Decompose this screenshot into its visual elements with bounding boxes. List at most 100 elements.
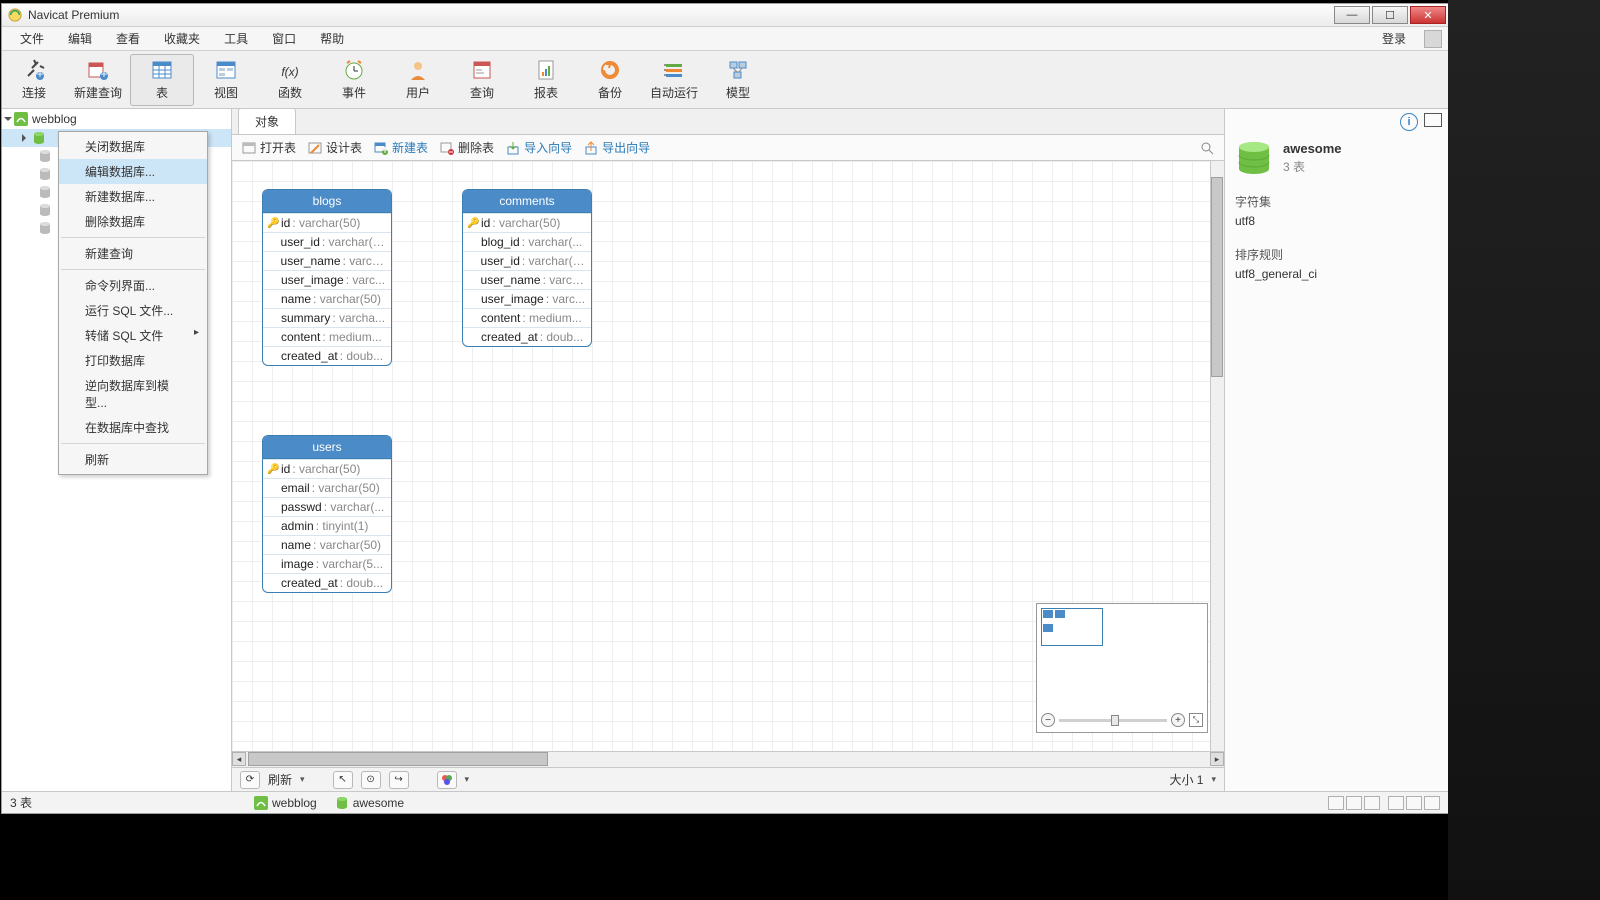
action-delete-table[interactable]: 删除表 <box>440 139 494 156</box>
erd-column[interactable]: image: varchar(5... <box>263 554 391 573</box>
zoom-fit-button[interactable]: ⤡ <box>1189 713 1203 727</box>
toolbar-user[interactable]: 用户 <box>386 54 450 106</box>
menu-tools[interactable]: 工具 <box>212 27 260 50</box>
erd-column[interactable]: user_id: varchar(5... <box>263 232 391 251</box>
layout-2-button[interactable] <box>1406 796 1422 810</box>
link-tool-button[interactable]: ↪ <box>389 771 409 789</box>
ctx-new-query[interactable]: 新建查询 <box>59 241 207 266</box>
menu-favorites[interactable]: 收藏夹 <box>152 27 212 50</box>
action-new-table[interactable]: +新建表 <box>374 139 428 156</box>
overview-panel[interactable]: − + ⤡ <box>1036 603 1208 733</box>
erd-column[interactable]: name: varchar(50) <box>263 535 391 554</box>
toolbar-connect[interactable]: +连接 <box>2 54 66 106</box>
ddl-button[interactable] <box>1424 113 1442 127</box>
ctx-new-db[interactable]: 新建数据库... <box>59 184 207 209</box>
status-database[interactable]: awesome <box>335 796 404 810</box>
scrollbar-thumb[interactable] <box>248 752 548 766</box>
tab-objects[interactable]: 对象 <box>238 108 296 134</box>
erd-column[interactable]: created_at: doub... <box>263 346 391 365</box>
toolbar-query[interactable]: 查询 <box>450 54 514 106</box>
ctx-refresh[interactable]: 刷新 <box>59 447 207 472</box>
zoom-in-button[interactable]: + <box>1171 713 1185 727</box>
erd-table-comments[interactable]: comments🔑id: varchar(50)blog_id: varchar… <box>462 189 592 347</box>
action-open-table[interactable]: 打开表 <box>242 139 296 156</box>
menu-window[interactable]: 窗口 <box>260 27 308 50</box>
erd-column[interactable]: content: medium... <box>263 327 391 346</box>
erd-column[interactable]: admin: tinyint(1) <box>263 516 391 535</box>
erd-table-header[interactable]: blogs <box>263 190 391 213</box>
erd-column[interactable]: created_at: doub... <box>463 327 591 346</box>
ctx-run-sql[interactable]: 运行 SQL 文件... <box>59 298 207 323</box>
erd-column[interactable]: 🔑id: varchar(50) <box>463 213 591 232</box>
toolbar-report[interactable]: 报表 <box>514 54 578 106</box>
color-button[interactable] <box>437 771 457 789</box>
toolbar-event[interactable]: 事件 <box>322 54 386 106</box>
refresh-button[interactable]: ⟳ <box>240 771 260 789</box>
toolbar-function[interactable]: f(x)函数 <box>258 54 322 106</box>
view-grid-button[interactable] <box>1328 796 1344 810</box>
menu-help[interactable]: 帮助 <box>308 27 356 50</box>
view-list-button[interactable] <box>1346 796 1362 810</box>
zoom-out-button[interactable]: − <box>1041 713 1055 727</box>
erd-column[interactable]: blog_id: varchar(... <box>463 232 591 251</box>
view-detail-button[interactable] <box>1364 796 1380 810</box>
dropdown-icon[interactable]: ▾ <box>465 774 470 785</box>
select-tool-button[interactable]: ↖ <box>333 771 353 789</box>
erd-column[interactable]: 🔑id: varchar(50) <box>263 459 391 478</box>
erd-column[interactable]: content: medium... <box>463 308 591 327</box>
erd-table-header[interactable]: users <box>263 436 391 459</box>
pan-tool-button[interactable]: ⊙ <box>361 771 381 789</box>
ctx-find-in-db[interactable]: 在数据库中查找 <box>59 415 207 440</box>
ctx-delete-db[interactable]: 删除数据库 <box>59 209 207 234</box>
toolbar-autorun[interactable]: 自动运行 <box>642 54 706 106</box>
toolbar-view[interactable]: 视图 <box>194 54 258 106</box>
erd-column[interactable]: user_image: varc... <box>263 270 391 289</box>
erd-column[interactable]: user_id: varchar(5... <box>463 251 591 270</box>
ctx-edit-db[interactable]: 编辑数据库... <box>59 159 207 184</box>
erd-column[interactable]: email: varchar(50) <box>263 478 391 497</box>
menu-view[interactable]: 查看 <box>104 27 152 50</box>
ctx-dump-sql[interactable]: 转储 SQL 文件 <box>59 323 207 348</box>
zoom-slider[interactable] <box>1059 719 1167 722</box>
search-icon[interactable] <box>1200 141 1214 155</box>
erd-column[interactable]: user_image: varc... <box>463 289 591 308</box>
erd-column[interactable]: passwd: varchar(... <box>263 497 391 516</box>
erd-column[interactable]: user_name: varch... <box>263 251 391 270</box>
layout-1-button[interactable] <box>1388 796 1404 810</box>
erd-column[interactable]: 🔑id: varchar(50) <box>263 213 391 232</box>
action-import-wizard[interactable]: 导入向导 <box>506 139 572 156</box>
horizontal-scrollbar[interactable]: ◂ ▸ <box>232 751 1224 767</box>
slider-handle[interactable] <box>1111 715 1119 726</box>
action-export-wizard[interactable]: 导出向导 <box>584 139 650 156</box>
minimize-button[interactable]: — <box>1334 6 1370 24</box>
scrollbar-thumb[interactable] <box>1211 177 1223 377</box>
erd-column[interactable]: name: varchar(50) <box>263 289 391 308</box>
erd-table-users[interactable]: users🔑id: varchar(50)email: varchar(50)p… <box>262 435 392 593</box>
close-button[interactable]: ✕ <box>1410 6 1446 24</box>
erd-column[interactable]: summary: varcha... <box>263 308 391 327</box>
layout-3-button[interactable] <box>1424 796 1440 810</box>
menu-file[interactable]: 文件 <box>8 27 56 50</box>
ctx-console[interactable]: 命令列界面... <box>59 273 207 298</box>
maximize-button[interactable]: ☐ <box>1372 6 1408 24</box>
expand-icon[interactable] <box>4 117 12 121</box>
toolbar-table[interactable]: 表 <box>130 54 194 106</box>
ctx-close-db[interactable]: 关闭数据库 <box>59 134 207 159</box>
scroll-right-button[interactable]: ▸ <box>1210 752 1224 766</box>
menu-edit[interactable]: 编辑 <box>56 27 104 50</box>
ctx-print-db[interactable]: 打印数据库 <box>59 348 207 373</box>
dropdown-icon[interactable]: ▾ <box>300 774 305 785</box>
toolbar-model[interactable]: 模型 <box>706 54 770 106</box>
dropdown-icon[interactable]: ▾ <box>1211 774 1216 785</box>
erd-canvas[interactable]: blogs🔑id: varchar(50)user_id: varchar(5.… <box>232 161 1224 751</box>
toolbar-new-query[interactable]: +新建查询 <box>66 54 130 106</box>
status-connection[interactable]: webblog <box>254 796 317 810</box>
info-button[interactable]: i <box>1400 113 1418 131</box>
scroll-left-button[interactable]: ◂ <box>232 752 246 766</box>
vertical-scrollbar[interactable] <box>1210 161 1224 751</box>
erd-table-blogs[interactable]: blogs🔑id: varchar(50)user_id: varchar(5.… <box>262 189 392 366</box>
action-design-table[interactable]: 设计表 <box>308 139 362 156</box>
expand-icon[interactable] <box>22 134 26 142</box>
erd-column[interactable]: user_name: varch... <box>463 270 591 289</box>
erd-table-header[interactable]: comments <box>463 190 591 213</box>
